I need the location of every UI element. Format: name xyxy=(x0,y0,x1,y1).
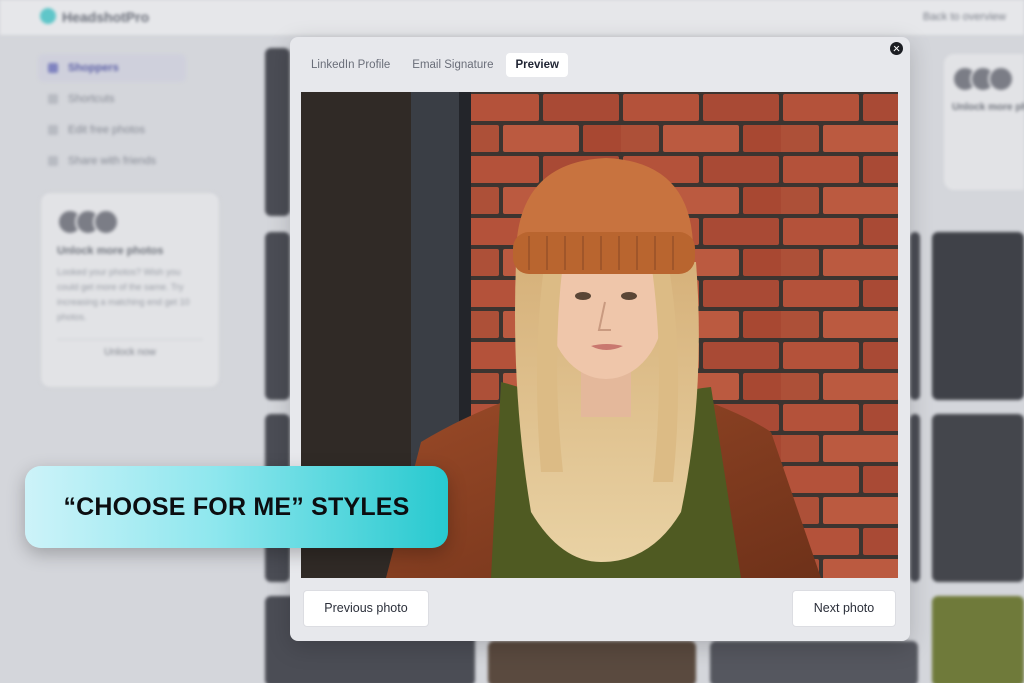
unlock-now-button[interactable]: Unlock now xyxy=(57,339,203,365)
photo-tile[interactable] xyxy=(710,641,918,683)
unlock-card-text: Looked your photos? Wish you could get m… xyxy=(57,267,190,322)
tab-preview[interactable]: Preview xyxy=(506,53,568,77)
photo-tile[interactable] xyxy=(932,232,1024,400)
avatar-group xyxy=(57,209,203,235)
photo-tile[interactable] xyxy=(910,414,920,582)
photo-tile[interactable] xyxy=(932,596,1024,683)
app-header: HeadshotPro Back to overview xyxy=(0,0,1024,36)
app-logo-text: HeadshotPro xyxy=(62,9,150,25)
right-card-title: Unlock more pho xyxy=(952,102,1024,113)
back-to-overview-link[interactable]: Back to overview xyxy=(923,11,1006,23)
promo-banner-text: “CHOOSE FOR ME” STYLES xyxy=(63,493,410,521)
modal-tabs: LinkedIn Profile Email Signature Preview xyxy=(302,53,572,77)
right-unlock-card: Unlock more pho xyxy=(944,54,1024,190)
preview-modal: LinkedIn Profile Email Signature Preview xyxy=(290,37,910,641)
photo-tile[interactable] xyxy=(265,232,290,400)
unlock-photos-card: Unlock more photos Looked your photos? W… xyxy=(40,192,220,388)
logo-icon xyxy=(40,8,56,24)
avatar-group xyxy=(952,66,1024,92)
photo-tile[interactable] xyxy=(932,414,1024,582)
photo-tile[interactable] xyxy=(910,232,920,400)
sidebar: Shoppers Shortcuts Edit free photos Shar… xyxy=(38,54,238,178)
promo-banner: “CHOOSE FOR ME” STYLES xyxy=(25,466,448,548)
unlock-card-title: Unlock more photos xyxy=(57,245,164,257)
tab-email-signature[interactable]: Email Signature xyxy=(403,53,502,77)
sidebar-item-edit-photos[interactable]: Edit free photos xyxy=(38,116,238,144)
sidebar-item-share[interactable]: Share with friends xyxy=(38,147,238,175)
previous-photo-button[interactable]: Previous photo xyxy=(303,590,429,627)
close-icon[interactable] xyxy=(890,42,903,55)
photo-tile[interactable] xyxy=(488,641,696,683)
sidebar-item-shortcuts[interactable]: Shortcuts xyxy=(38,85,238,113)
tab-linkedin-profile[interactable]: LinkedIn Profile xyxy=(302,53,399,77)
photo-tile[interactable] xyxy=(265,48,290,216)
sidebar-item-shoppers[interactable]: Shoppers xyxy=(38,54,186,82)
next-photo-button[interactable]: Next photo xyxy=(792,590,896,627)
